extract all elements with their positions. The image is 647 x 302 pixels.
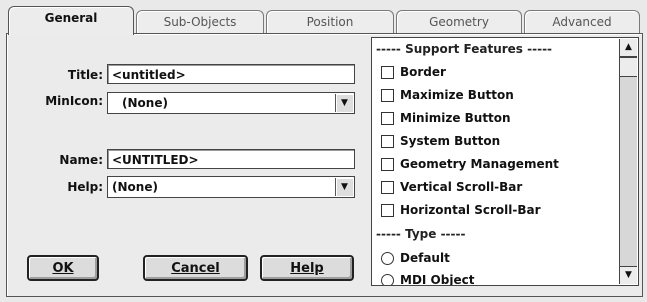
type-header: ----- Type ----- [376,227,466,241]
minicon-value: (None) [122,96,168,110]
name-input[interactable]: <UNTITLED> [107,149,355,169]
list-item-horizontal-scroll-bar[interactable]: Horizontal Scroll-Bar [376,200,616,220]
checkbox-icon[interactable] [381,158,394,171]
support-features-header: ----- Support Features ----- [376,42,553,56]
list-item-border[interactable]: Border [376,62,616,82]
list-item-geometry-management[interactable]: Geometry Management [376,154,616,174]
tab-bar: General Sub-Objects Position Geometry Ad… [6,6,641,35]
list-item-minimize-button[interactable]: Minimize Button [376,108,616,128]
tab-position[interactable]: Position [266,10,394,33]
checkbox-icon[interactable] [381,204,394,217]
checkbox-icon[interactable] [381,181,394,194]
tab-general[interactable]: General [8,6,134,35]
checkbox-icon[interactable] [381,66,394,79]
dropdown-arrow-icon[interactable]: ▼ [335,178,353,196]
list-item-vertical-scroll-bar[interactable]: Vertical Scroll-Bar [376,177,616,197]
scroll-up-icon[interactable]: ▲ [620,39,637,57]
vertical-scrollbar[interactable]: ▲ ▼ [619,39,637,284]
minicon-label: MinIcon: [45,94,103,108]
tab-geometry[interactable]: Geometry [396,10,522,33]
general-panel: Title: <untitled> MinIcon: (None) ▼ Name… [6,33,643,297]
tab-advanced[interactable]: Advanced [524,10,640,33]
help-button[interactable]: Help [260,255,354,281]
tab-sub-objects[interactable]: Sub-Objects [136,10,264,33]
checkbox-icon[interactable] [381,112,394,125]
help-label: Help: [67,180,103,194]
title-label: Title: [67,68,103,82]
list-item-default[interactable]: Default [376,248,616,268]
scroll-thumb[interactable] [620,57,637,77]
radio-icon[interactable] [381,252,394,265]
features-listbox[interactable]: ----- Support Features ----- Border Maxi… [371,37,639,286]
radio-icon[interactable] [381,274,394,285]
cancel-button[interactable]: Cancel [143,255,248,281]
ok-button[interactable]: OK [27,255,99,281]
checkbox-icon[interactable] [381,89,394,102]
checkbox-icon[interactable] [381,135,394,148]
list-item-mdi-object[interactable]: MDI Object [376,270,616,285]
help-value: (None) [112,180,158,194]
list-item-maximize-button[interactable]: Maximize Button [376,85,616,105]
scroll-down-icon[interactable]: ▼ [620,266,637,284]
list-item-system-button[interactable]: System Button [376,131,616,151]
dropdown-arrow-icon[interactable]: ▼ [335,94,353,112]
minicon-combo[interactable]: (None) ▼ [107,92,355,114]
title-input[interactable]: <untitled> [107,64,355,84]
name-label: Name: [59,153,103,167]
help-combo[interactable]: (None) ▼ [107,176,355,198]
